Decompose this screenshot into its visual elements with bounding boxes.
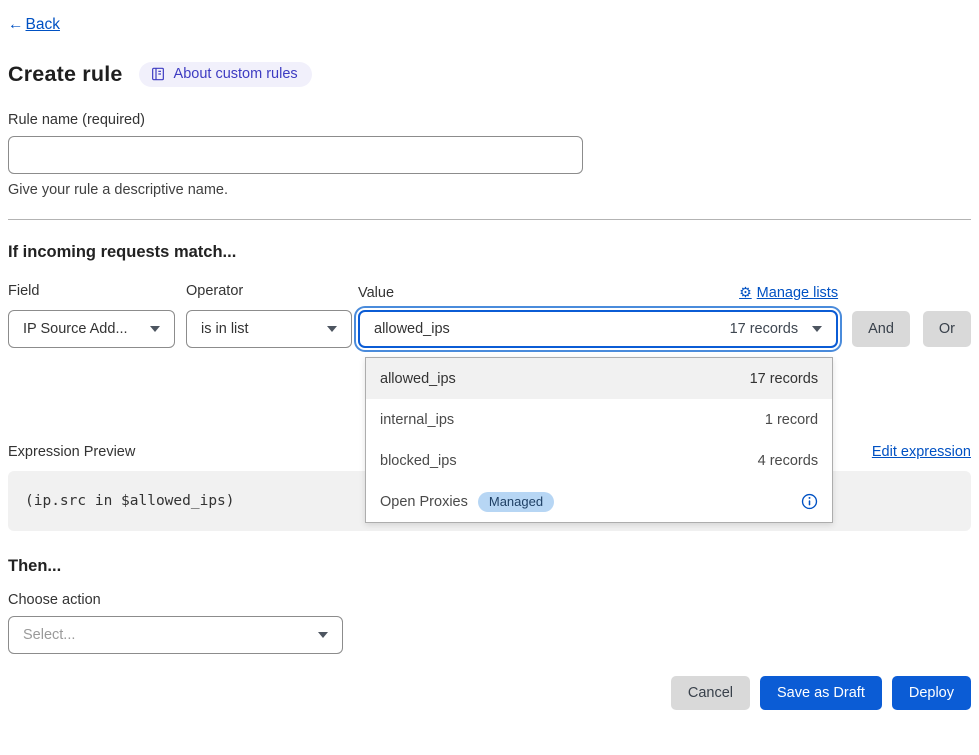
back-link[interactable]: ←Back [8, 16, 60, 33]
deploy-button[interactable]: Deploy [892, 676, 971, 710]
list-item-records-count: 4 records [758, 453, 818, 469]
field-select-value: IP Source Add... [23, 321, 138, 337]
info-icon[interactable] [801, 493, 818, 510]
value-select-value: allowed_ips [374, 321, 730, 337]
page-title: Create rule [8, 62, 123, 87]
book-icon [150, 66, 166, 82]
chevron-down-icon [812, 326, 822, 332]
value-label: Value [358, 285, 394, 301]
chevron-down-icon [327, 326, 337, 332]
or-button[interactable]: Or [923, 311, 971, 347]
value-select-records-count: 17 records [730, 321, 799, 337]
about-badge-label: About custom rules [174, 66, 298, 82]
list-item-blocked-ips[interactable]: blocked_ips 4 records [366, 440, 832, 481]
value-dropdown-menu: allowed_ips 17 records internal_ips 1 re… [365, 357, 833, 523]
gear-icon: ⚙︎ [739, 284, 752, 301]
expression-code: (ip.src in $allowed_ips) [25, 493, 235, 509]
chevron-down-icon [150, 326, 160, 332]
choose-action-label: Choose action [8, 592, 971, 608]
field-label: Field [8, 283, 175, 299]
manage-lists-link[interactable]: ⚙︎ Manage lists [739, 284, 838, 301]
action-select-placeholder: Select... [23, 627, 306, 643]
list-item-name: allowed_ips [380, 371, 456, 387]
cancel-button[interactable]: Cancel [671, 676, 750, 710]
list-item-name: blocked_ips [380, 453, 457, 469]
operator-label: Operator [186, 283, 352, 299]
expression-preview-label: Expression Preview [8, 444, 135, 460]
manage-lists-label: Manage lists [757, 285, 838, 301]
operator-select-value: is in list [201, 321, 315, 337]
field-select[interactable]: IP Source Add... [8, 310, 175, 348]
save-as-draft-button[interactable]: Save as Draft [760, 676, 882, 710]
match-section-heading: If incoming requests match... [8, 243, 971, 262]
list-item-records-count: 1 record [765, 412, 818, 428]
list-item-open-proxies[interactable]: Open Proxies Managed [366, 481, 832, 522]
managed-badge: Managed [478, 492, 554, 512]
back-arrow-icon: ← [8, 16, 24, 34]
list-item-records-count: 17 records [750, 371, 819, 387]
and-button[interactable]: And [852, 311, 910, 347]
about-custom-rules-badge[interactable]: About custom rules [139, 62, 312, 87]
value-select[interactable]: allowed_ips 17 records [358, 310, 838, 348]
rule-name-label: Rule name (required) [8, 112, 971, 128]
list-item-name: Open Proxies [380, 494, 468, 510]
section-divider [8, 219, 971, 220]
create-rule-page: ←Back Create rule About custom rules Rul… [0, 16, 979, 727]
list-item-allowed-ips[interactable]: allowed_ips 17 records [366, 358, 832, 399]
then-section-heading: Then... [8, 557, 971, 576]
list-item-internal-ips[interactable]: internal_ips 1 record [366, 399, 832, 440]
back-link-label: Back [26, 16, 60, 33]
rule-name-helper: Give your rule a descriptive name. [8, 182, 971, 198]
chevron-down-icon [318, 632, 328, 638]
rule-name-input[interactable] [8, 136, 583, 174]
operator-select[interactable]: is in list [186, 310, 352, 348]
action-select[interactable]: Select... [8, 616, 343, 654]
edit-expression-link[interactable]: Edit expression [872, 444, 971, 460]
list-item-name: internal_ips [380, 412, 454, 428]
